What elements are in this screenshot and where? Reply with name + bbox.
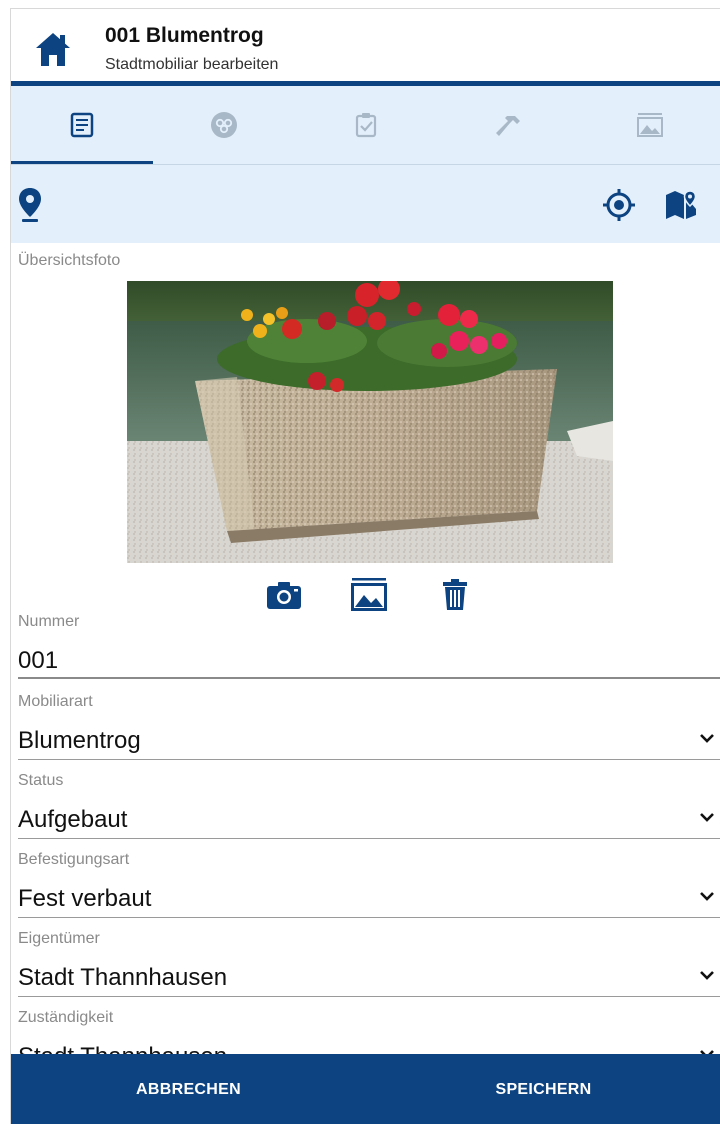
- status-select[interactable]: Aufgebaut: [18, 805, 720, 835]
- field-underline: [18, 677, 720, 679]
- home-button[interactable]: [33, 29, 73, 69]
- app-screen: 001 Blumentrog Stadtmobiliar bearbeiten: [10, 8, 720, 1124]
- field-status[interactable]: Status Aufgebaut: [18, 771, 720, 839]
- tab-maintenance[interactable]: [437, 86, 579, 164]
- map-marker-icon: [666, 190, 697, 219]
- field-nummer[interactable]: Nummer 001: [18, 612, 720, 679]
- chevron-down-icon[interactable]: [699, 969, 715, 981]
- photo-actions: [11, 577, 720, 613]
- gps-locate-button[interactable]: [601, 187, 637, 223]
- delete-photo-button[interactable]: [435, 577, 475, 613]
- gallery-icon: [351, 578, 387, 611]
- field-label: Status: [18, 772, 64, 789]
- eigentuemer-select[interactable]: Stadt Thannhausen: [18, 963, 720, 993]
- field-label: Zuständigkeit: [18, 1009, 114, 1026]
- flower-planter-image: [127, 281, 613, 563]
- tab-gallery[interactable]: [579, 86, 720, 164]
- field-label: Befestigungsart: [18, 851, 130, 868]
- gps-target-icon: [603, 189, 635, 221]
- image-gallery-icon: [637, 113, 663, 137]
- field-label: Nummer: [18, 613, 80, 630]
- field-befestigungsart[interactable]: Befestigungsart Fest verbaut: [18, 850, 720, 918]
- field-underline: [18, 838, 720, 839]
- map-button[interactable]: [663, 187, 699, 223]
- field-underline: [18, 996, 720, 997]
- choose-from-gallery-button[interactable]: [349, 577, 389, 613]
- camera-icon: [267, 582, 301, 609]
- location-bar: [11, 165, 720, 243]
- tab-details[interactable]: [11, 86, 153, 164]
- tab-group[interactable]: [153, 86, 295, 164]
- overview-photo[interactable]: [127, 281, 613, 563]
- field-eigentuemer[interactable]: Eigentümer Stadt Thannhausen: [18, 929, 720, 997]
- befestigungsart-select[interactable]: Fest verbaut: [18, 884, 720, 914]
- page-title: 001 Blumentrog: [105, 24, 264, 47]
- tab-inspection[interactable]: [295, 86, 437, 164]
- field-underline: [18, 759, 720, 760]
- chevron-down-icon[interactable]: [699, 732, 715, 744]
- trash-icon: [443, 579, 467, 610]
- field-underline: [18, 917, 720, 918]
- photo-label: Übersichtsfoto: [18, 252, 121, 269]
- field-label: Mobiliarart: [18, 693, 93, 710]
- location-pin-icon: [19, 188, 41, 222]
- location-pin: [15, 187, 45, 223]
- group-icon: [211, 112, 237, 138]
- home-icon: [36, 33, 70, 66]
- page-subtitle: Stadtmobiliar bearbeiten: [105, 56, 279, 73]
- chevron-down-icon[interactable]: [699, 890, 715, 902]
- cancel-button[interactable]: ABBRECHEN: [11, 1054, 366, 1124]
- mobiliarart-select[interactable]: Blumentrog: [18, 726, 720, 756]
- field-mobiliarart[interactable]: Mobiliarart Blumentrog: [18, 692, 720, 760]
- save-button[interactable]: SPEICHERN: [366, 1054, 720, 1124]
- take-photo-button[interactable]: [264, 577, 304, 613]
- hammer-icon: [496, 116, 520, 136]
- app-header: 001 Blumentrog Stadtmobiliar bearbeiten: [11, 9, 720, 81]
- field-label: Eigentümer: [18, 930, 100, 947]
- tab-bar: [11, 86, 720, 164]
- bottom-action-bar: ABBRECHEN SPEICHERN: [11, 1054, 720, 1124]
- document-icon: [70, 112, 94, 138]
- nummer-input[interactable]: 001: [18, 646, 720, 676]
- chevron-down-icon[interactable]: [699, 811, 715, 823]
- clipboard-check-icon: [355, 113, 377, 138]
